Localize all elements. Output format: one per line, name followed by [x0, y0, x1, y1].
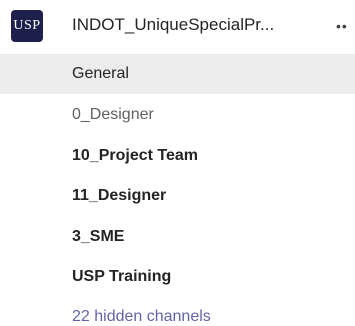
- channel-item-10-project-team[interactable]: 10_Project Team: [0, 136, 355, 176]
- team-header[interactable]: USP INDOT_UniqueSpecialPr... ••: [0, 0, 355, 54]
- channel-item-3-sme[interactable]: 3_SME: [0, 217, 355, 257]
- hidden-channels-link[interactable]: 22 hidden channels: [0, 297, 355, 326]
- channel-label: USP Training: [72, 268, 172, 285]
- channel-item-0-designer[interactable]: 0_Designer: [0, 95, 355, 135]
- channel-label: 0_Designer: [72, 106, 154, 123]
- channel-label: 11_Designer: [72, 187, 167, 204]
- ellipsis-icon[interactable]: ••: [336, 14, 355, 38]
- channel-label: General: [72, 65, 129, 82]
- channel-label: 3_SME: [72, 228, 125, 245]
- channel-item-11-designer[interactable]: 11_Designer: [0, 176, 355, 216]
- team-avatar[interactable]: USP: [11, 10, 43, 42]
- channel-label: 10_Project Team: [72, 147, 198, 164]
- channel-item-general[interactable]: General: [0, 54, 355, 94]
- team-name[interactable]: INDOT_UniqueSpecialPr...: [72, 15, 312, 35]
- channel-item-usp-training[interactable]: USP Training: [0, 257, 355, 297]
- hidden-channels-label: 22 hidden channels: [72, 308, 211, 325]
- team-channel-list: USP INDOT_UniqueSpecialPr... •• General …: [0, 0, 355, 326]
